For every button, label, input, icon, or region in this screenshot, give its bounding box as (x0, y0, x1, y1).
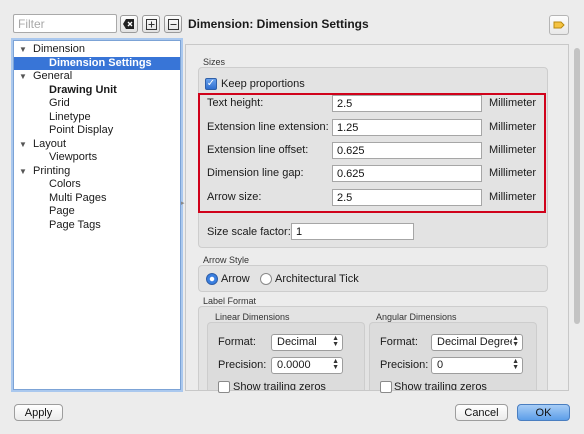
clear-filter-button[interactable] (120, 15, 138, 33)
disclosure-triangle-icon[interactable]: ▼ (19, 70, 27, 83)
tree-item-viewports[interactable]: Viewports (14, 151, 180, 165)
tree-item-layout[interactable]: ▼ Layout (14, 138, 180, 152)
expand-all-button[interactable] (142, 15, 160, 33)
filter-input[interactable] (13, 14, 117, 33)
angular-dimensions-title: Angular Dimensions (376, 312, 457, 322)
linear-trailing-zeros-label: Show trailing zeros (233, 381, 326, 390)
arrow-radio-label: Arrow (221, 273, 250, 285)
tree-item-page[interactable]: Page (14, 205, 180, 219)
help-icon (553, 21, 565, 29)
disclosure-triangle-icon[interactable]: ▼ (19, 138, 27, 151)
disclosure-triangle-icon[interactable]: ▼ (19, 165, 27, 178)
tree-item-linetype[interactable]: Linetype (14, 111, 180, 125)
tree-item-page-tags[interactable]: Page Tags (14, 219, 180, 233)
tree-item-general[interactable]: ▼ General (14, 70, 180, 84)
angular-format-select[interactable]: Decimal Degree ▲ ▼ (431, 334, 523, 351)
linear-format-label: Format: (218, 336, 256, 348)
collapse-all-icon (167, 18, 179, 30)
disclosure-triangle-icon[interactable]: ▼ (19, 43, 27, 56)
angular-trailing-zeros-checkbox[interactable] (380, 381, 392, 393)
linear-dimensions-group (207, 322, 365, 390)
angular-trailing-zeros-label: Show trailing zeros (394, 381, 487, 390)
linear-precision-label: Precision: (218, 359, 267, 371)
architectural-tick-radio[interactable] (260, 273, 272, 285)
expand-all-icon (145, 18, 157, 30)
size-scale-factor-label: Size scale factor: (207, 226, 291, 238)
backspace-icon (123, 19, 134, 29)
label-format-section-label: Label Format (203, 296, 257, 306)
tree-item-drawing-unit[interactable]: Drawing Unit (14, 84, 180, 98)
ok-button[interactable]: OK (517, 404, 570, 421)
keep-proportions-checkbox[interactable]: ✓ (205, 78, 217, 90)
tree-item-multi-pages[interactable]: Multi Pages (14, 192, 180, 206)
page-title: Dimension: Dimension Settings (188, 17, 369, 31)
select-arrows-icon: ▲ ▼ (332, 358, 339, 371)
splitter-handle-icon[interactable]: ▸ (181, 199, 185, 207)
select-arrows-icon: ▲ ▼ (512, 358, 519, 371)
collapse-all-button[interactable] (164, 15, 182, 33)
size-scale-factor-field[interactable] (291, 223, 414, 240)
angular-dimensions-group (369, 322, 537, 390)
angular-precision-label: Precision: (380, 359, 429, 371)
linear-dimensions-title: Linear Dimensions (215, 312, 290, 322)
tree-item-printing[interactable]: ▼ Printing (14, 165, 180, 179)
highlight-box (198, 93, 546, 213)
arrow-style-section-label: Arrow Style (203, 255, 250, 265)
angular-format-label: Format: (380, 336, 418, 348)
tree-item-colors[interactable]: Colors (14, 178, 180, 192)
select-arrows-icon: ▲ ▼ (332, 335, 339, 348)
linear-format-select[interactable]: Decimal ▲ ▼ (271, 334, 343, 351)
angular-precision-select[interactable]: 0 ▲ ▼ (431, 357, 523, 374)
tree-item-dimension-settings[interactable]: Dimension Settings (14, 56, 180, 70)
scrollbar-thumb[interactable] (574, 48, 580, 324)
sizes-section-label: Sizes (203, 57, 226, 67)
linear-trailing-zeros-checkbox[interactable] (218, 381, 230, 393)
tree-item-point-display[interactable]: Point Display (14, 124, 180, 138)
tree-item-dimension[interactable]: ▼ Dimension (14, 43, 180, 57)
keep-proportions-label: Keep proportions (221, 78, 305, 90)
architectural-tick-radio-label: Architectural Tick (275, 273, 359, 285)
linear-precision-select[interactable]: 0.0000 ▲ ▼ (271, 357, 343, 374)
help-button[interactable] (549, 15, 569, 35)
arrow-radio[interactable] (206, 273, 218, 285)
cancel-button[interactable]: Cancel (455, 404, 508, 421)
select-arrows-icon: ▲ ▼ (512, 335, 519, 348)
arrow-style-group (198, 265, 548, 292)
tree-item-grid[interactable]: Grid (14, 97, 180, 111)
apply-button[interactable]: Apply (14, 404, 63, 421)
settings-tree[interactable]: ▼ Dimension Dimension Settings ▼ General D… (13, 40, 181, 390)
